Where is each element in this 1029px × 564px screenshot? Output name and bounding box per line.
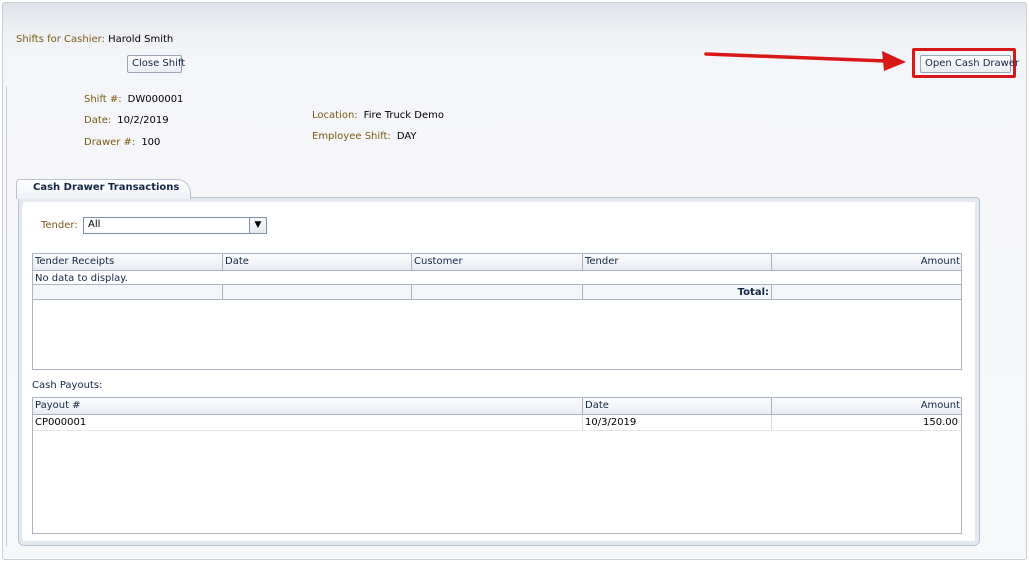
total-label: Total:: [583, 285, 772, 300]
column-header-payout-number[interactable]: Payout #: [33, 398, 583, 414]
shift-number-value: DW000001: [127, 94, 184, 105]
cash-payouts-table: Payout # Date Amount CP000001 10/3/2019 …: [32, 397, 962, 534]
date-value: 10/2/2019: [117, 115, 169, 126]
column-header-tender-receipts[interactable]: Tender Receipts: [33, 254, 223, 270]
employee-shift-value: DAY: [396, 131, 417, 142]
column-header-tender[interactable]: Tender: [583, 254, 772, 270]
payout-date-cell: 10/3/2019: [583, 415, 772, 430]
chevron-down-icon[interactable]: ▼: [249, 218, 266, 233]
total-cell-empty: [223, 285, 412, 300]
tender-filter-select[interactable]: All ▼: [83, 217, 267, 234]
open-cash-drawer-button[interactable]: Open Cash Drawer: [920, 55, 1019, 73]
date-label: Date:: [84, 115, 112, 126]
close-shift-button[interactable]: Close Shift: [127, 55, 185, 73]
shift-number-label: Shift #:: [84, 94, 122, 105]
employee-shift-field: Employee Shift: DAY: [312, 131, 417, 142]
table-row[interactable]: CP000001 10/3/2019 150.00: [33, 415, 961, 431]
cashier-line: Shifts for Cashier: Harold Smith: [16, 34, 173, 45]
total-value: [772, 285, 962, 300]
left-border: [6, 86, 9, 546]
payout-amount-cell: 150.00: [923, 417, 958, 428]
drawer-label: Drawer #:: [84, 137, 136, 148]
cashier-name: Harold Smith: [108, 34, 174, 45]
annotation-arrow-icon: [704, 51, 906, 71]
total-cell-empty: [412, 285, 583, 300]
location-value: Fire Truck Demo: [363, 110, 444, 121]
payout-number-cell: CP000001: [33, 415, 583, 430]
location-field: Location: Fire Truck Demo: [312, 110, 444, 121]
table-header: Tender Receipts Date Customer Tender Amo…: [33, 254, 961, 271]
employee-shift-label: Employee Shift:: [312, 131, 391, 142]
column-header-amount[interactable]: Amount: [772, 254, 962, 270]
tender-filter-value: All: [88, 219, 101, 230]
shift-number-field: Shift #: DW000001: [84, 94, 183, 105]
total-row: Total:: [33, 284, 961, 300]
tab-cash-drawer-transactions[interactable]: Cash Drawer Transactions: [16, 179, 191, 199]
column-header-date[interactable]: Date: [223, 254, 412, 270]
drawer-value: 100: [141, 137, 161, 148]
column-header-customer[interactable]: Customer: [412, 254, 583, 270]
tender-filter-label: Tender:: [41, 220, 78, 231]
cashier-label: Shifts for Cashier:: [16, 34, 105, 45]
column-header-amount[interactable]: Amount: [772, 398, 962, 414]
tender-receipts-table: Tender Receipts Date Customer Tender Amo…: [32, 253, 962, 370]
date-field: Date: 10/2/2019: [84, 115, 169, 126]
total-cell-empty: [33, 285, 223, 300]
cash-payouts-label: Cash Payouts:: [32, 380, 103, 391]
column-header-date[interactable]: Date: [583, 398, 772, 414]
drawer-field: Drawer #: 100: [84, 137, 160, 148]
table-header: Payout # Date Amount: [33, 398, 961, 415]
location-label: Location:: [312, 110, 358, 121]
